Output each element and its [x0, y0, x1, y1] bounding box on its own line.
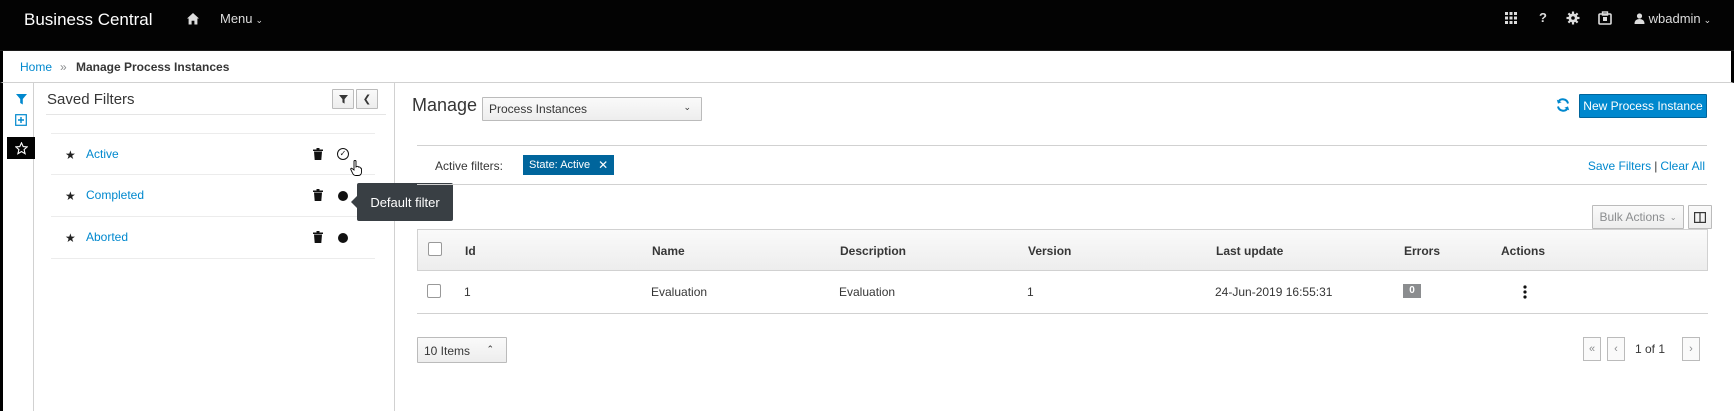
top-navbar: Business Central Menu ⌄ ? wbadmin ⌄	[0, 0, 1734, 51]
star-icon: ★	[65, 231, 76, 245]
trash-icon[interactable]	[313, 231, 323, 243]
gear-icon[interactable]	[1565, 10, 1581, 26]
plus-square-icon	[15, 114, 27, 126]
first-page-button[interactable]: «	[1583, 337, 1601, 361]
trash-icon[interactable]	[313, 148, 323, 160]
perspective-select[interactable]: Process Instances ⌄	[482, 97, 702, 121]
filter-actions: Save Filters | Clear All	[1588, 159, 1705, 173]
set-default-dot-icon[interactable]	[338, 191, 348, 201]
column-header-description[interactable]: Description	[840, 244, 906, 258]
clear-all-link[interactable]: Clear All	[1660, 159, 1705, 173]
page-info: 1 of 1	[1635, 342, 1666, 356]
user-name: wbadmin	[1648, 11, 1701, 26]
next-page-button[interactable]: ›	[1682, 337, 1700, 361]
collapse-panel-button[interactable]: ❮	[356, 89, 378, 109]
table-row[interactable]: 1 Evaluation Evaluation 1 24-Jun-2019 16…	[417, 271, 1708, 314]
active-filters-bar: Active filters: State: Active ✕ Save Fil…	[417, 145, 1707, 185]
column-header-name[interactable]: Name	[652, 244, 685, 258]
column-header-last-update[interactable]: Last update	[1216, 244, 1283, 258]
kebab-menu-icon[interactable]	[1523, 284, 1527, 300]
page-size-value: 10 Items	[424, 344, 471, 358]
chevron-up-icon: ⌃	[486, 344, 494, 354]
table-header: Id Name Description Version Last update …	[417, 229, 1708, 271]
saved-filter-item: ★ Active ✓	[51, 133, 375, 175]
active-filter-chip: State: Active ✕	[523, 155, 615, 175]
divider	[46, 114, 386, 115]
column-header-errors[interactable]: Errors	[1404, 244, 1440, 258]
user-menu[interactable]: wbadmin ⌄	[1634, 11, 1711, 26]
previous-page-button[interactable]: ‹	[1607, 337, 1625, 361]
saved-filter-item: ★ Aborted	[51, 217, 375, 259]
save-filters-link[interactable]: Save Filters	[1588, 159, 1651, 173]
breadcrumb-current: Manage Process Instances	[76, 60, 230, 74]
menu-dropdown[interactable]: Menu ⌄	[220, 11, 263, 26]
help-icon[interactable]: ?	[1535, 10, 1551, 26]
saved-filter-label[interactable]: Active	[86, 147, 119, 161]
active-filter-chip-label: State: Active	[529, 159, 591, 171]
breadcrumb-home[interactable]: Home	[20, 60, 52, 74]
left-icon-rail	[0, 83, 35, 411]
saved-filters-title: Saved Filters	[47, 91, 135, 108]
user-icon	[1634, 13, 1645, 24]
chevron-down-icon: ⌄	[683, 102, 691, 112]
select-all-checkbox[interactable]	[428, 242, 442, 256]
errors-badge[interactable]: 0	[1403, 284, 1421, 298]
filter-rail-button[interactable]	[7, 90, 35, 108]
column-header-version[interactable]: Version	[1028, 244, 1071, 258]
bulk-actions-label: Bulk Actions	[1599, 210, 1665, 224]
breadcrumb: Home » Manage Process Instances	[0, 51, 1734, 83]
chevron-left-icon: ❮	[362, 93, 372, 105]
column-header-actions: Actions	[1501, 244, 1546, 258]
cell-last-update: 24-Jun-2019 16:55:31	[1215, 285, 1333, 299]
add-filter-rail-button[interactable]	[7, 111, 35, 129]
cell-name: Evaluation	[651, 285, 708, 299]
active-filters-label: Active filters:	[435, 159, 504, 173]
saved-filter-label[interactable]: Aborted	[86, 230, 128, 244]
cell-description: Evaluation	[839, 285, 896, 299]
filter-options-button[interactable]	[332, 89, 354, 109]
menu-label: Menu	[220, 11, 253, 26]
saved-filter-item: ★ Completed	[51, 175, 375, 217]
set-default-dot-icon[interactable]	[338, 233, 348, 243]
saved-filter-list: ★ Active ✓ ★ Completed ★ Aborted	[51, 133, 375, 259]
brand-title[interactable]: Business Central	[24, 10, 153, 30]
column-picker-button[interactable]	[1688, 205, 1712, 229]
bulk-actions-button[interactable]: Bulk Actions ⌄	[1592, 205, 1684, 229]
task-inbox-icon[interactable]	[1597, 10, 1613, 26]
row-checkbox[interactable]	[427, 284, 441, 298]
main-content: Manage Process Instances ⌄ New Process I…	[395, 83, 1734, 411]
saved-filter-label[interactable]: Completed	[86, 188, 144, 202]
perspective-select-value: Process Instances	[489, 102, 588, 116]
saved-filters-rail-button[interactable]	[7, 137, 35, 159]
breadcrumb-separator: »	[60, 60, 67, 74]
default-filter-check-icon[interactable]: ✓	[337, 148, 349, 160]
chevron-down-icon: ⌄	[1703, 15, 1712, 25]
filter-icon	[15, 93, 27, 104]
chevron-down-icon: ⌄	[255, 15, 264, 25]
process-instances-table: Id Name Description Version Last update …	[417, 229, 1708, 314]
home-icon[interactable]	[186, 12, 200, 26]
manage-label: Manage	[412, 95, 478, 115]
hand-cursor-icon	[350, 160, 362, 176]
remove-filter-icon[interactable]: ✕	[598, 158, 608, 172]
filter-icon	[338, 94, 348, 104]
star-icon: ★	[65, 148, 76, 162]
cell-id: 1	[464, 285, 471, 299]
trash-icon[interactable]	[313, 189, 323, 201]
apps-grid-icon[interactable]	[1503, 10, 1519, 26]
page-size-select[interactable]: 10 Items ⌃	[417, 337, 507, 363]
column-header-id[interactable]: Id	[465, 244, 476, 258]
star-outline-icon	[14, 141, 28, 155]
new-process-instance-button[interactable]: New Process Instance	[1579, 94, 1707, 118]
chevron-down-icon: ⌄	[1669, 212, 1677, 222]
links-separator: |	[1654, 159, 1658, 173]
star-icon: ★	[65, 189, 76, 203]
refresh-icon[interactable]	[1555, 97, 1571, 113]
cell-version: 1	[1027, 285, 1034, 299]
saved-filters-panel: Saved Filters ❮ ★ Active ✓ ★ Completed ★…	[34, 83, 395, 411]
columns-icon	[1694, 211, 1706, 223]
